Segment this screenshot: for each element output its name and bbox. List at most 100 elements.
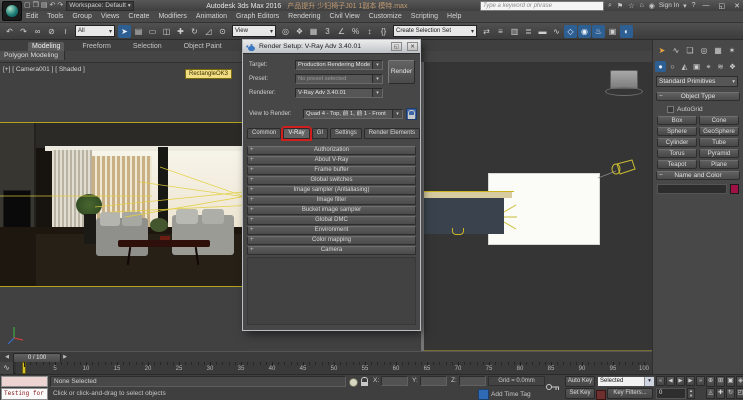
menu-group[interactable]: Group — [72, 13, 91, 20]
search-input[interactable]: Type a keyword or phrase — [480, 1, 604, 11]
plant-tall[interactable] — [76, 194, 102, 216]
render-setup-tab-render-elements[interactable]: Render Elements — [364, 128, 420, 139]
set-key-mode-icon[interactable] — [596, 390, 606, 400]
rollout-camera[interactable]: +Camera — [247, 246, 416, 255]
primitive-category-dropdown[interactable]: Standard Primitives ▾ — [656, 76, 738, 87]
primitive-button-teapot[interactable]: Teapot — [657, 160, 697, 169]
shapes-category[interactable]: ○ — [667, 61, 678, 72]
light-gizmo[interactable] — [424, 62, 652, 351]
rollout-image-sampler-antialiasing[interactable]: +Image sampler (Antialiasing) — [247, 186, 416, 195]
rollout-color-mapping[interactable]: +Color mapping — [247, 236, 416, 245]
select-and-move-icon[interactable]: ✚ — [174, 25, 187, 38]
space-warps-category[interactable]: ≋ — [715, 61, 726, 72]
track-bar[interactable]: ∿ 51015202530354045505560657075808590951… — [0, 362, 652, 374]
ribbon-tab-object-paint[interactable]: Object Paint — [180, 42, 226, 51]
ribbon-subtab-polygon-modeling[interactable]: Polygon Modeling — [0, 51, 65, 60]
hierarchy-tab[interactable]: ❏ — [684, 45, 696, 57]
menu-modifiers[interactable]: Modifiers — [158, 13, 186, 20]
current-frame-field[interactable]: 0 — [656, 388, 686, 399]
select-and-manipulate-icon[interactable]: ❖ — [293, 25, 306, 38]
unlink-selection-icon[interactable]: ⊘ — [45, 25, 58, 38]
set-key-button[interactable]: Set Key — [565, 388, 595, 399]
zoom-extents-all-button[interactable]: ◈ — [736, 376, 743, 387]
object-color-swatch[interactable] — [730, 184, 739, 194]
menu-civil-view[interactable]: Civil View — [329, 13, 359, 20]
object-name-input[interactable] — [657, 184, 727, 194]
menu-customize[interactable]: Customize — [369, 13, 402, 20]
mini-curve-editor-button[interactable]: ∿ — [0, 362, 14, 374]
undo-icon[interactable]: ↶ — [3, 25, 16, 38]
autogrid-checkbox[interactable] — [667, 106, 674, 113]
select-and-place-icon[interactable]: ⊙ — [216, 25, 229, 38]
select-and-rotate-icon[interactable]: ↻ — [188, 25, 201, 38]
target-dropdown[interactable]: Production Rendering Mode ▾ — [295, 60, 383, 70]
systems-category[interactable]: ❖ — [727, 61, 738, 72]
rollout-frame-buffer[interactable]: +Frame buffer — [247, 166, 416, 175]
key-filters-button[interactable]: Key Filters... — [607, 388, 653, 399]
favorites-star-icon[interactable]: ☆ — [627, 2, 635, 10]
rollout-bucket-image-sampler[interactable]: +Bucket image sampler — [247, 206, 416, 215]
redo-icon[interactable]: ↷ — [17, 25, 30, 38]
save-file-icon[interactable]: ▤ — [41, 1, 48, 10]
material-editor-icon[interactable]: ◉ — [578, 25, 591, 38]
selection-filter-dropdown[interactable]: All▾ — [75, 25, 115, 37]
new-scene-icon[interactable]: ▢ — [24, 1, 31, 10]
go-to-start-button[interactable]: « — [656, 376, 665, 386]
select-and-link-icon[interactable]: ∞ — [31, 25, 44, 38]
ribbon-tab-freeform[interactable]: Freeform — [78, 42, 114, 51]
render-production-icon[interactable]: ◐ — [620, 25, 633, 38]
rollout-global-dmc[interactable]: +Global DMC — [247, 216, 416, 225]
help-icon[interactable]: ? — [691, 2, 697, 9]
spinner-snap-toggle-icon[interactable]: ↕ — [363, 25, 376, 38]
select-object-icon[interactable]: ➤ — [118, 25, 131, 38]
menu-help[interactable]: Help — [447, 13, 461, 20]
rollout-about-v-ray[interactable]: +About V-Ray — [247, 156, 416, 165]
primitive-button-cone[interactable]: Cone — [699, 116, 739, 125]
primitive-button-cylinder[interactable]: Cylinder — [657, 138, 697, 147]
snaps-toggle-icon[interactable]: 3 — [321, 25, 334, 38]
search-icon[interactable]: ⌕ — [607, 2, 613, 10]
field-of-view-button[interactable]: ◬ — [706, 388, 715, 399]
rollout-environment[interactable]: +Environment — [247, 226, 416, 235]
edit-named-selection-sets-icon[interactable]: {} — [377, 25, 390, 38]
y-coordinate-field[interactable] — [420, 376, 447, 386]
workspace-dropdown[interactable]: Workspace: Default ▾ — [66, 1, 133, 11]
cameras-category[interactable]: ▣ — [691, 61, 702, 72]
menu-scripting[interactable]: Scripting — [411, 13, 438, 20]
primitive-button-plane[interactable]: Plane — [699, 160, 739, 169]
render-setup-tab-common[interactable]: Common — [247, 128, 281, 139]
reference-coordinate-system-dropdown[interactable]: View▾ — [232, 25, 276, 37]
auto-key-button[interactable]: Auto Key — [565, 376, 595, 387]
selection-lock-toggle[interactable] — [360, 377, 369, 386]
display-tab[interactable]: ▦ — [712, 45, 724, 57]
object-type-rollout-header[interactable]: − Object Type — [656, 92, 740, 101]
percent-snap-toggle-icon[interactable]: % — [349, 25, 362, 38]
viewport-label[interactable]: [+] [ Camera001 ] [ Shaded ] — [3, 66, 85, 73]
flag-icon[interactable]: ⚑ — [616, 2, 624, 10]
rendered-frame-window-icon[interactable]: ▣ — [606, 25, 619, 38]
modify-tab[interactable]: ∿ — [670, 45, 682, 57]
sign-in-button[interactable]: Sign In — [659, 2, 679, 9]
use-pivot-point-center-icon[interactable]: ◎ — [279, 25, 292, 38]
play-button[interactable]: ▶ — [676, 376, 685, 386]
renderer-dropdown[interactable]: V-Ray Adv 3.40.01 ▾ — [295, 88, 383, 98]
frame-spinner[interactable]: ▲▼ — [687, 388, 695, 399]
toggle-scene-explorer-icon[interactable]: ▥ — [508, 25, 521, 38]
menu-create[interactable]: Create — [128, 13, 149, 20]
select-by-name-icon[interactable]: ▤ — [132, 25, 145, 38]
utilities-tab[interactable]: ✶ — [726, 45, 738, 57]
render-setup-icon[interactable]: ♨ — [592, 25, 605, 38]
user-icon[interactable]: ◉ — [648, 2, 656, 10]
go-to-end-button[interactable]: » — [696, 376, 705, 386]
close-button[interactable]: ✕ — [731, 2, 743, 10]
dialog-restore-button[interactable]: ◱ — [391, 42, 402, 51]
maxscript-mini-listener-input[interactable] — [1, 376, 48, 387]
next-frame-arrow[interactable]: ▶ — [61, 353, 69, 362]
rollout-authorization[interactable]: +Authorization — [247, 146, 416, 155]
align-icon[interactable]: ≡ — [494, 25, 507, 38]
previous-frame-arrow[interactable]: ◀ — [3, 353, 11, 362]
key-selection-set-dropdown[interactable]: Selected ▾ — [597, 376, 655, 387]
primitive-button-torus[interactable]: Torus — [657, 149, 697, 158]
primitive-button-tube[interactable]: Tube — [699, 138, 739, 147]
preset-dropdown[interactable]: No preset selected ▾ — [295, 74, 383, 84]
